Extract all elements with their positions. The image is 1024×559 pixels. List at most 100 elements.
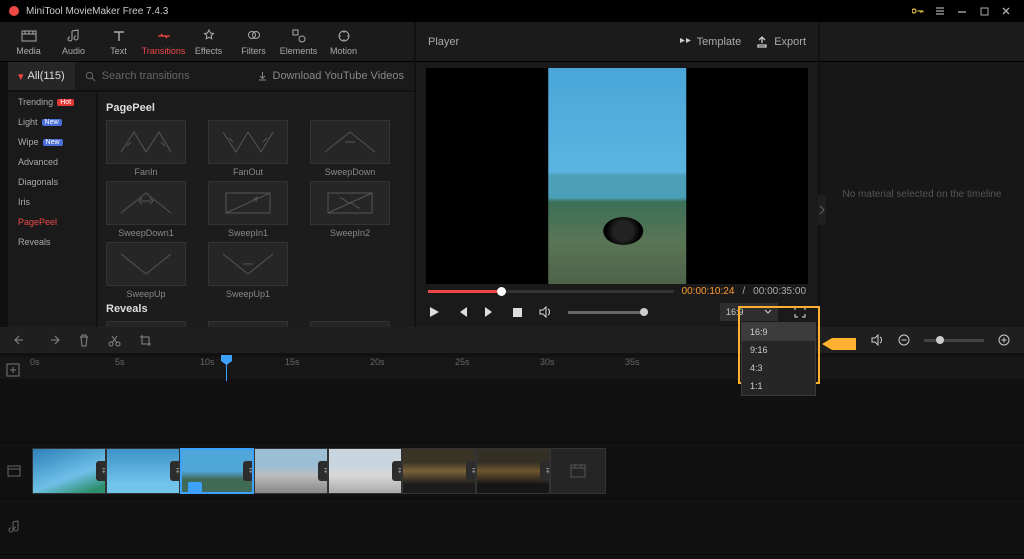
app-title: MiniTool MovieMaker Free 7.4.3 [26, 6, 906, 17]
key-icon[interactable] [908, 1, 928, 21]
audio-icon [66, 28, 82, 44]
player-header: Player Template Export [416, 22, 818, 62]
category-iris[interactable]: Iris [8, 192, 96, 212]
volume-slider[interactable] [568, 311, 648, 314]
transitions-icon [156, 28, 172, 44]
text-icon [111, 28, 127, 44]
tab-audio[interactable]: Audio [51, 22, 96, 62]
clip-5[interactable] [328, 448, 402, 494]
tab-transitions[interactable]: Transitions [141, 22, 186, 62]
expand-chevron-icon[interactable] [818, 195, 826, 225]
seek-bar[interactable] [428, 290, 674, 293]
audio-track-icon [0, 520, 28, 534]
tab-effects[interactable]: Effects [186, 22, 231, 62]
search-icon [85, 71, 96, 82]
transition-sweepin2[interactable]: SweepIn2 [310, 181, 390, 238]
aspect-ratio-dropdown[interactable]: 16:9 [720, 303, 778, 321]
edit-toolbar [0, 327, 1024, 353]
volume-icon[interactable] [539, 306, 552, 318]
clip-3[interactable] [180, 448, 254, 494]
aspect-option-9-16[interactable]: 9:16 [742, 341, 815, 359]
aspect-option-16-9[interactable]: 16:9 [742, 323, 815, 341]
overlay-track[interactable] [0, 381, 1024, 443]
category-wipe[interactable]: WipeNew [8, 132, 96, 152]
zoom-in-button[interactable] [998, 334, 1010, 346]
video-frame [548, 68, 686, 284]
elements-icon [291, 28, 307, 44]
menu-icon[interactable] [930, 1, 950, 21]
chevron-down-icon [764, 308, 772, 316]
player-title: Player [428, 36, 664, 48]
transition-fanin[interactable]: FanIn [106, 120, 186, 177]
clip-1[interactable] [32, 448, 106, 494]
video-track[interactable] [0, 443, 1024, 499]
timeline-audio-toggle-icon[interactable] [871, 334, 884, 346]
download-youtube-button[interactable]: Download YouTube Videos [247, 70, 415, 82]
category-reveals[interactable]: Reveals [8, 232, 96, 252]
add-track-button[interactable] [6, 363, 20, 377]
aspect-option-4-3[interactable]: 4:3 [742, 359, 815, 377]
tab-text[interactable]: Text [96, 22, 141, 62]
zoom-slider[interactable] [924, 339, 984, 342]
transition-fanout[interactable]: FanOut [208, 120, 288, 177]
ruler-mark: 25s [455, 357, 540, 367]
timeline-ruler[interactable]: 0s 5s 10s 15s 20s 25s 30s 35s [0, 357, 1024, 379]
transition-sweepdown1[interactable]: SweepDown1 [106, 181, 186, 238]
transition-sweepin1[interactable]: SweepIn1 [208, 181, 288, 238]
close-button[interactable] [996, 1, 1016, 21]
play-button[interactable] [428, 306, 440, 318]
zoom-out-button[interactable] [898, 334, 910, 346]
add-clip-icon [570, 464, 586, 478]
total-time: 00:00:35:00 [753, 286, 806, 297]
clip-4[interactable] [254, 448, 328, 494]
tab-filters[interactable]: Filters [231, 22, 276, 62]
prev-frame-button[interactable] [456, 306, 468, 318]
clip-7[interactable] [476, 448, 550, 494]
clip-2[interactable] [106, 448, 180, 494]
transition-sweepdown[interactable]: SweepDown [310, 120, 390, 177]
properties-panel: No material selected on the timeline [820, 62, 1024, 327]
minimize-button[interactable] [952, 1, 972, 21]
app-logo-icon [8, 5, 20, 17]
category-trending[interactable]: TrendingHot [8, 92, 96, 112]
next-frame-button[interactable] [484, 306, 496, 318]
all-filter-button[interactable]: ▾All(115) [8, 62, 75, 90]
search-transitions-input[interactable]: Search transitions [75, 70, 247, 82]
transition-sweepup1[interactable]: SweepUp1 [208, 242, 288, 299]
aspect-ratio-menu: 16:9 9:16 4:3 1:1 [741, 322, 816, 396]
maximize-button[interactable] [974, 1, 994, 21]
triangle-down-icon: ▾ [18, 70, 24, 83]
clip-6[interactable] [402, 448, 476, 494]
add-clip-placeholder[interactable] [550, 448, 606, 494]
delete-button[interactable] [78, 334, 90, 347]
export-button[interactable]: Export [755, 35, 806, 49]
category-advanced[interactable]: Advanced [8, 152, 96, 172]
tab-motion[interactable]: Motion [321, 22, 366, 62]
section-title-pagepeel: PagePeel [106, 102, 406, 114]
redo-button[interactable] [46, 334, 60, 346]
tab-elements[interactable]: Elements [276, 22, 321, 62]
video-preview[interactable] [426, 68, 808, 284]
tab-bar: Media Audio Text Transitions Effects Fil… [0, 22, 414, 62]
crop-button[interactable] [139, 334, 152, 347]
tab-media[interactable]: Media [6, 22, 51, 62]
transition-sweepup[interactable]: SweepUp [106, 242, 186, 299]
time-sep: / [742, 286, 745, 297]
category-list: TrendingHot LightNew WipeNew Advanced Di… [8, 92, 96, 327]
media-icon [21, 28, 37, 44]
filter-row: ▾All(115) Search transitions Download Yo… [8, 62, 414, 90]
ruler-mark: 20s [370, 357, 455, 367]
category-light[interactable]: LightNew [8, 112, 96, 132]
split-button[interactable] [108, 334, 121, 347]
properties-empty-message: No material selected on the timeline [843, 189, 1002, 200]
template-button[interactable]: Template [678, 35, 742, 49]
category-pagepeel[interactable]: PagePeel [8, 212, 96, 232]
category-diagonals[interactable]: Diagonals [8, 172, 96, 192]
player-panel: 00:00:10:24 / 00:00:35:00 16:9 [416, 62, 818, 327]
fullscreen-button[interactable] [794, 306, 806, 318]
undo-button[interactable] [14, 334, 28, 346]
aspect-option-1-1[interactable]: 1:1 [742, 377, 815, 395]
stop-button[interactable] [512, 307, 523, 318]
timeline-tracks [0, 381, 1024, 559]
audio-track[interactable] [0, 499, 1024, 555]
